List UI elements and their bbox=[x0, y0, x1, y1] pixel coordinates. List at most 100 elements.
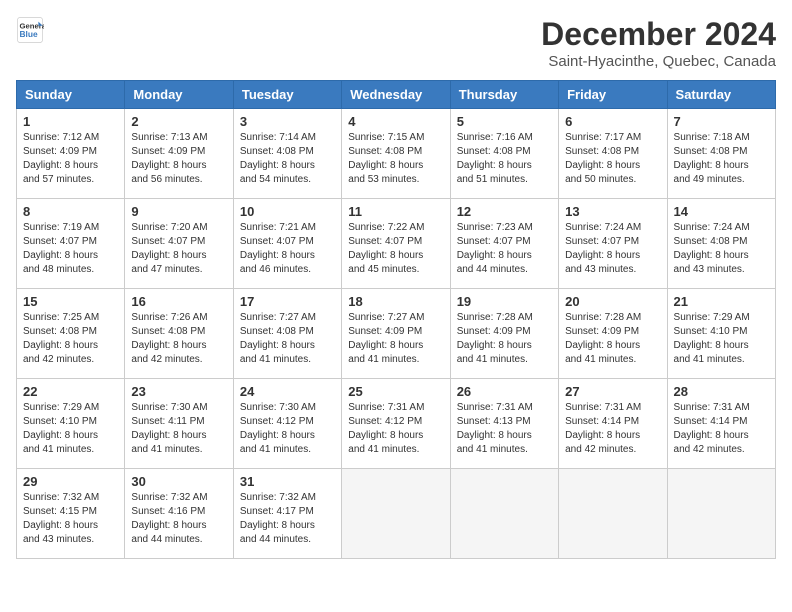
calendar-cell bbox=[559, 469, 667, 559]
day-info: Sunrise: 7:27 AMSunset: 4:08 PMDaylight:… bbox=[240, 311, 335, 367]
day-info: Sunrise: 7:20 AMSunset: 4:07 PMDaylight:… bbox=[131, 221, 226, 277]
calendar-cell: 23Sunrise: 7:30 AMSunset: 4:11 PMDayligh… bbox=[125, 379, 233, 469]
calendar-row: 1 Sunrise: 7:12 AMSunset: 4:09 PMDaylight… bbox=[17, 109, 776, 199]
calendar-cell: 3 Sunrise: 7:14 AMSunset: 4:08 PMDaylight… bbox=[233, 109, 341, 199]
day-number: 24 bbox=[240, 384, 335, 399]
day-info: Sunrise: 7:32 AMSunset: 4:16 PMDaylight:… bbox=[131, 491, 226, 547]
day-info: Sunrise: 7:13 AMSunset: 4:09 PMDaylight:… bbox=[131, 131, 226, 187]
calendar-cell: 2 Sunrise: 7:13 AMSunset: 4:09 PMDaylight… bbox=[125, 109, 233, 199]
calendar-cell: 15 Sunrise: 7:25 AMSunset: 4:08 PMDayligh… bbox=[17, 289, 125, 379]
day-number: 11 bbox=[348, 204, 443, 219]
day-number: 19 bbox=[457, 294, 552, 309]
day-info: Sunrise: 7:28 AMSunset: 4:09 PMDaylight:… bbox=[457, 311, 552, 367]
calendar-cell: 20 Sunrise: 7:28 AMSunset: 4:09 PMDayligh… bbox=[559, 289, 667, 379]
calendar-cell: 7 Sunrise: 7:18 AMSunset: 4:08 PMDaylight… bbox=[667, 109, 775, 199]
calendar-cell: 4 Sunrise: 7:15 AMSunset: 4:08 PMDaylight… bbox=[342, 109, 450, 199]
day-info: Sunrise: 7:22 AMSunset: 4:07 PMDaylight:… bbox=[348, 221, 443, 277]
day-number: 20 bbox=[565, 294, 660, 309]
day-number: 30 bbox=[131, 474, 226, 489]
calendar-cell: 1 Sunrise: 7:12 AMSunset: 4:09 PMDaylight… bbox=[17, 109, 125, 199]
day-number: 2 bbox=[131, 114, 226, 129]
calendar-cell: 19 Sunrise: 7:28 AMSunset: 4:09 PMDayligh… bbox=[450, 289, 558, 379]
day-number: 29 bbox=[23, 474, 118, 489]
day-info: Sunrise: 7:17 AMSunset: 4:08 PMDaylight:… bbox=[565, 131, 660, 187]
day-header-thursday: Thursday bbox=[450, 81, 558, 109]
calendar-cell: 29 Sunrise: 7:32 AMSunset: 4:15 PMDayligh… bbox=[17, 469, 125, 559]
location-title: Saint-Hyacinthe, Quebec, Canada bbox=[541, 53, 776, 70]
day-info: Sunrise: 7:19 AMSunset: 4:07 PMDaylight:… bbox=[23, 221, 118, 277]
day-info: Sunrise: 7:29 AMSunset: 4:10 PMDaylight:… bbox=[23, 401, 118, 457]
calendar-cell: 27 Sunrise: 7:31 AMSunset: 4:14 PMDayligh… bbox=[559, 379, 667, 469]
month-title: December 2024 bbox=[541, 16, 776, 53]
day-info: Sunrise: 7:23 AMSunset: 4:07 PMDaylight:… bbox=[457, 221, 552, 277]
day-number: 27 bbox=[565, 384, 660, 399]
day-number: 15 bbox=[23, 294, 118, 309]
day-header-wednesday: Wednesday bbox=[342, 81, 450, 109]
day-number: 17 bbox=[240, 294, 335, 309]
calendar-cell: 9 Sunrise: 7:20 AMSunset: 4:07 PMDaylight… bbox=[125, 199, 233, 289]
calendar-cell: 17 Sunrise: 7:27 AMSunset: 4:08 PMDayligh… bbox=[233, 289, 341, 379]
day-number: 3 bbox=[240, 114, 335, 129]
day-number: 8 bbox=[23, 204, 118, 219]
day-number: 25 bbox=[348, 384, 443, 399]
day-info: Sunrise: 7:15 AMSunset: 4:08 PMDaylight:… bbox=[348, 131, 443, 187]
day-number: 5 bbox=[457, 114, 552, 129]
calendar-cell bbox=[450, 469, 558, 559]
calendar-cell: 6Sunrise: 7:17 AMSunset: 4:08 PMDaylight… bbox=[559, 109, 667, 199]
calendar-cell: 28 Sunrise: 7:31 AMSunset: 4:14 PMDayligh… bbox=[667, 379, 775, 469]
calendar-cell: 10 Sunrise: 7:21 AMSunset: 4:07 PMDayligh… bbox=[233, 199, 341, 289]
day-info: Sunrise: 7:31 AMSunset: 4:14 PMDaylight:… bbox=[565, 401, 660, 457]
day-number: 21 bbox=[674, 294, 769, 309]
day-number: 14 bbox=[674, 204, 769, 219]
day-number: 13 bbox=[565, 204, 660, 219]
calendar-row: 15 Sunrise: 7:25 AMSunset: 4:08 PMDayligh… bbox=[17, 289, 776, 379]
day-info: Sunrise: 7:18 AMSunset: 4:08 PMDaylight:… bbox=[674, 131, 769, 187]
page-header: General Blue December 2024 Saint-Hyacint… bbox=[16, 16, 776, 70]
day-number: 28 bbox=[674, 384, 769, 399]
svg-text:Blue: Blue bbox=[20, 29, 38, 39]
logo-icon: General Blue bbox=[16, 16, 44, 44]
day-info: Sunrise: 7:24 AMSunset: 4:07 PMDaylight:… bbox=[565, 221, 660, 277]
day-info: Sunrise: 7:30 AMSunset: 4:11 PMDaylight:… bbox=[131, 401, 226, 457]
day-number: 26 bbox=[457, 384, 552, 399]
logo: General Blue bbox=[16, 16, 48, 44]
day-number: 1 bbox=[23, 114, 118, 129]
day-number: 9 bbox=[131, 204, 226, 219]
day-number: 31 bbox=[240, 474, 335, 489]
day-number: 4 bbox=[348, 114, 443, 129]
day-info: Sunrise: 7:21 AMSunset: 4:07 PMDaylight:… bbox=[240, 221, 335, 277]
day-info: Sunrise: 7:28 AMSunset: 4:09 PMDaylight:… bbox=[565, 311, 660, 367]
day-header-friday: Friday bbox=[559, 81, 667, 109]
day-number: 7 bbox=[674, 114, 769, 129]
calendar-cell: 11 Sunrise: 7:22 AMSunset: 4:07 PMDayligh… bbox=[342, 199, 450, 289]
day-number: 10 bbox=[240, 204, 335, 219]
day-info: Sunrise: 7:31 AMSunset: 4:14 PMDaylight:… bbox=[674, 401, 769, 457]
calendar-cell: 14 Sunrise: 7:24 AMSunset: 4:08 PMDayligh… bbox=[667, 199, 775, 289]
day-info: Sunrise: 7:24 AMSunset: 4:08 PMDaylight:… bbox=[674, 221, 769, 277]
calendar-cell: 24 Sunrise: 7:30 AMSunset: 4:12 PMDayligh… bbox=[233, 379, 341, 469]
day-number: 16 bbox=[131, 294, 226, 309]
calendar-cell: 18Sunrise: 7:27 AMSunset: 4:09 PMDayligh… bbox=[342, 289, 450, 379]
day-info: Sunrise: 7:26 AMSunset: 4:08 PMDaylight:… bbox=[131, 311, 226, 367]
calendar-table: SundayMondayTuesdayWednesdayThursdayFrid… bbox=[16, 80, 776, 559]
calendar-header-row: SundayMondayTuesdayWednesdayThursdayFrid… bbox=[17, 81, 776, 109]
day-info: Sunrise: 7:14 AMSunset: 4:08 PMDaylight:… bbox=[240, 131, 335, 187]
calendar-cell: 13 Sunrise: 7:24 AMSunset: 4:07 PMDayligh… bbox=[559, 199, 667, 289]
day-info: Sunrise: 7:25 AMSunset: 4:08 PMDaylight:… bbox=[23, 311, 118, 367]
calendar-cell bbox=[667, 469, 775, 559]
day-info: Sunrise: 7:12 AMSunset: 4:09 PMDaylight:… bbox=[23, 131, 118, 187]
calendar-cell: 25 Sunrise: 7:31 AMSunset: 4:12 PMDayligh… bbox=[342, 379, 450, 469]
day-header-tuesday: Tuesday bbox=[233, 81, 341, 109]
day-info: Sunrise: 7:31 AMSunset: 4:12 PMDaylight:… bbox=[348, 401, 443, 457]
calendar-cell: 21Sunrise: 7:29 AMSunset: 4:10 PMDayligh… bbox=[667, 289, 775, 379]
day-info: Sunrise: 7:30 AMSunset: 4:12 PMDaylight:… bbox=[240, 401, 335, 457]
calendar-cell: 22Sunrise: 7:29 AMSunset: 4:10 PMDayligh… bbox=[17, 379, 125, 469]
calendar-cell bbox=[342, 469, 450, 559]
day-info: Sunrise: 7:31 AMSunset: 4:13 PMDaylight:… bbox=[457, 401, 552, 457]
calendar-cell: 30 Sunrise: 7:32 AMSunset: 4:16 PMDayligh… bbox=[125, 469, 233, 559]
day-header-saturday: Saturday bbox=[667, 81, 775, 109]
title-block: December 2024 Saint-Hyacinthe, Quebec, C… bbox=[541, 16, 776, 70]
calendar-body: 1 Sunrise: 7:12 AMSunset: 4:09 PMDaylight… bbox=[17, 109, 776, 559]
calendar-cell: 16 Sunrise: 7:26 AMSunset: 4:08 PMDayligh… bbox=[125, 289, 233, 379]
day-info: Sunrise: 7:32 AMSunset: 4:15 PMDaylight:… bbox=[23, 491, 118, 547]
